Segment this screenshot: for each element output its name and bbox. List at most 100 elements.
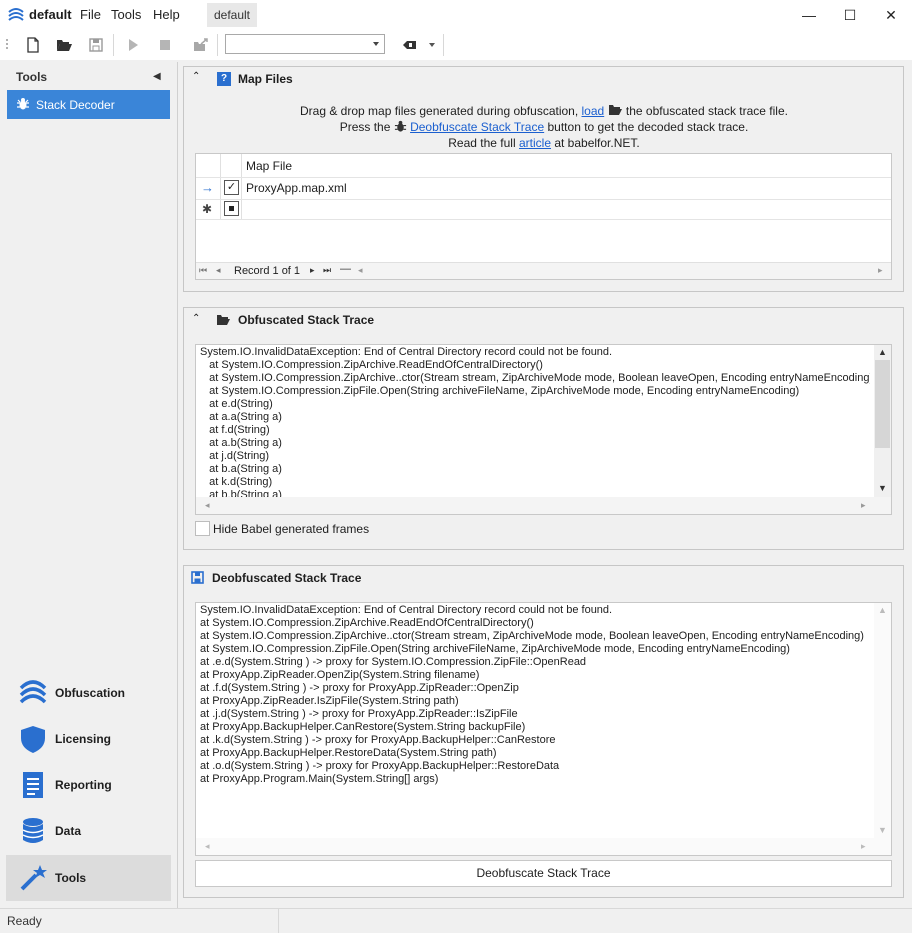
row-checkbox[interactable]: ✓ — [224, 180, 239, 195]
tools-panel-header: Tools — [16, 70, 48, 84]
trace-line: at ProxyApp.BackupHelper.RestoreData(Sys… — [200, 747, 497, 759]
status-divider — [278, 909, 279, 933]
collapse-chevron-icon[interactable]: ⌃ — [192, 313, 200, 324]
open-folder-icon — [608, 105, 622, 115]
stop-icon[interactable] — [156, 36, 174, 54]
status-bar: Ready — [0, 908, 912, 933]
nav-licensing[interactable]: Licensing — [6, 716, 171, 762]
scroll-up-icon[interactable]: ▲ — [878, 347, 887, 357]
scroll-thumb[interactable] — [875, 360, 890, 448]
grid-row-line — [196, 219, 891, 220]
collapse-panel-icon[interactable]: ◀ — [153, 71, 161, 82]
trace-line: at .o.d(System.String ) -> proxy for Pro… — [200, 760, 560, 772]
document-icon — [23, 772, 43, 798]
new-file-icon[interactable] — [24, 36, 42, 54]
obfuscated-text[interactable]: System.IO.InvalidDataException: End of C… — [200, 346, 870, 497]
toolbar-combo[interactable] — [225, 34, 385, 54]
maximize-button[interactable]: ☐ — [839, 4, 861, 26]
new-row[interactable]: ✱ — [196, 200, 891, 219]
trace-line: at ProxyApp.BackupHelper.CanRestore(Syst… — [200, 721, 526, 733]
menu-help[interactable]: Help — [153, 7, 180, 22]
document-tab[interactable]: default — [207, 3, 257, 27]
chevron-down-icon — [373, 42, 379, 46]
nav-label: Obfuscation — [55, 686, 126, 700]
toolbar-grip-icon — [6, 39, 8, 49]
sidebar-item-stack-decoder[interactable]: Stack Decoder — [7, 90, 170, 119]
scroll-up-icon[interactable]: ▲ — [878, 605, 887, 615]
nav-label: Tools — [55, 871, 87, 885]
trace-line: at b.a(String a) — [200, 463, 282, 475]
instruction-line-2: Press the Deobfuscate Stack Trace button… — [190, 119, 898, 135]
scroll-left-icon[interactable]: ◂ — [358, 265, 363, 276]
new-row-checkbox[interactable] — [224, 201, 239, 216]
sidebar-item-label: Stack Decoder — [36, 98, 115, 112]
hide-frames-label[interactable]: Hide Babel generated frames — [213, 522, 369, 536]
scroll-down-icon[interactable]: ▼ — [878, 483, 887, 493]
article-link[interactable]: article — [519, 136, 551, 150]
trace-line: at .e.d(System.String ) -> proxy for Sys… — [200, 656, 587, 668]
toolbar-separator — [113, 34, 114, 56]
last-record-icon[interactable]: ⏭ — [323, 265, 331, 276]
prev-record-icon[interactable]: ◂ — [216, 265, 221, 276]
nav-label: Licensing — [55, 732, 112, 746]
obfuscated-title: Obfuscated Stack Trace — [238, 313, 375, 327]
trace-line: at k.d(String) — [200, 476, 273, 488]
menu-file[interactable]: File — [80, 7, 101, 22]
bug-icon — [17, 98, 29, 110]
panel-divider — [177, 62, 178, 909]
scroll-down-icon[interactable]: ▼ — [878, 825, 887, 835]
vertical-scrollbar[interactable] — [874, 603, 891, 838]
scroll-right-icon[interactable]: ▸ — [861, 500, 866, 511]
horizontal-scrollbar[interactable] — [196, 497, 891, 514]
trace-line: at .f.d(System.String ) -> proxy for Pro… — [200, 682, 519, 694]
babel-logo-icon — [8, 8, 24, 21]
next-record-icon[interactable]: ▸ — [310, 265, 315, 276]
open-folder-icon[interactable] — [55, 36, 73, 54]
current-row-arrow-icon: → — [201, 180, 214, 195]
trace-line: at System.IO.Compression.ZipArchive..cto… — [200, 372, 870, 384]
deobfuscate-button[interactable]: Deobfuscate Stack Trace — [195, 860, 892, 887]
delete-record-icon[interactable]: — — [340, 263, 351, 275]
minimize-button[interactable]: — — [798, 4, 820, 26]
trace-line: at ProxyApp.ZipReader.IsZipFile(System.S… — [200, 695, 459, 707]
load-link[interactable]: load — [582, 104, 605, 118]
eraser-icon[interactable] — [400, 36, 418, 54]
hide-frames-checkbox[interactable] — [195, 521, 210, 536]
trace-line: at ProxyApp.ZipReader.OpenZip(System.Str… — [200, 669, 480, 681]
scroll-right-icon[interactable]: ▸ — [861, 841, 866, 852]
trace-line: at ProxyApp.Program.Main(System.String[]… — [200, 773, 439, 785]
map-file-cell[interactable]: ProxyApp.map.xml — [246, 181, 347, 195]
instruction-line-3: Read the full article at babelfor.NET. — [190, 135, 898, 151]
save-icon[interactable] — [87, 36, 105, 54]
nav-reporting[interactable]: Reporting — [6, 762, 171, 808]
collapse-chevron-icon[interactable]: ⌃ — [192, 71, 200, 82]
nav-data[interactable]: Data — [6, 808, 171, 854]
instruction-line-1: Drag & drop map files generated during o… — [190, 103, 898, 119]
run-icon[interactable] — [124, 36, 142, 54]
table-row[interactable]: → ✓ ProxyApp.map.xml — [196, 178, 891, 199]
trace-line: at System.IO.Compression.ZipArchive.Read… — [200, 617, 534, 629]
database-icon — [22, 818, 44, 843]
scroll-left-icon[interactable]: ◂ — [205, 500, 210, 511]
toolbar-separator — [217, 34, 218, 56]
scroll-left-icon[interactable]: ◂ — [205, 841, 210, 852]
help-book-icon: ? — [217, 72, 231, 86]
scroll-right-icon[interactable]: ▸ — [878, 265, 883, 276]
export-icon[interactable] — [192, 36, 210, 54]
menu-tools[interactable]: Tools — [111, 7, 141, 22]
trace-line: at System.IO.Compression.ZipFile.Open(St… — [200, 643, 790, 655]
open-folder-icon — [217, 315, 230, 325]
close-button[interactable]: ✕ — [880, 4, 902, 26]
horizontal-scrollbar[interactable] — [196, 838, 891, 855]
first-record-icon[interactable]: ⏮ — [199, 265, 207, 276]
new-row-asterisk-icon: ✱ — [202, 202, 213, 216]
title-bar: default File Tools Help default — ☐ ✕ — [0, 0, 912, 30]
trace-line: at a.b(String a) — [200, 437, 282, 449]
grid-header-map-file[interactable]: Map File — [246, 159, 292, 173]
nav-tools[interactable]: Tools — [6, 855, 171, 901]
trace-line: at System.IO.Compression.ZipArchive..cto… — [200, 630, 864, 642]
eraser-dropdown-icon[interactable] — [429, 43, 435, 47]
deobfuscated-text[interactable]: System.IO.InvalidDataException: End of C… — [200, 604, 870, 838]
nav-obfuscation[interactable]: Obfuscation — [6, 670, 171, 716]
deobfuscate-link[interactable]: Deobfuscate Stack Trace — [410, 120, 544, 134]
